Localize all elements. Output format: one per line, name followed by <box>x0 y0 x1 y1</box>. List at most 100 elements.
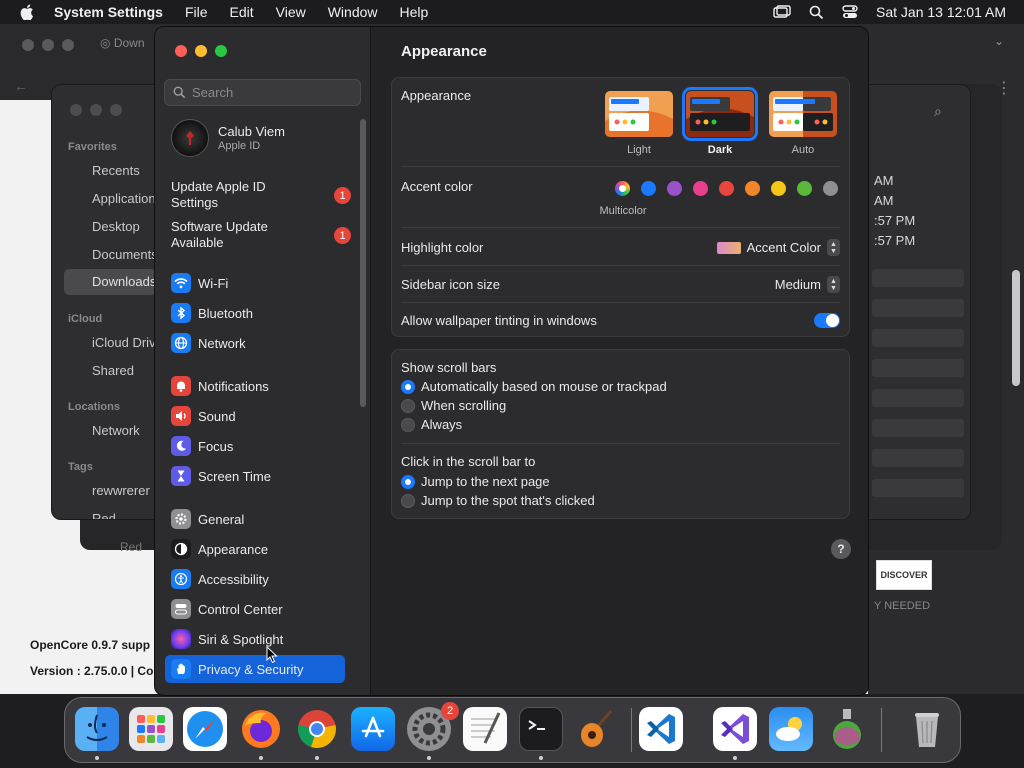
search-input[interactable] <box>192 85 352 100</box>
dock-garageband[interactable] <box>575 707 619 751</box>
sidebar-item-appearance[interactable]: Appearance <box>165 535 345 563</box>
click-option-next-page[interactable]: Jump to the next page <box>401 474 550 489</box>
apple-id-account[interactable]: Calub Viem Apple ID <box>171 119 285 157</box>
screen-mirroring-icon[interactable] <box>773 5 791 19</box>
globe-icon <box>171 333 191 353</box>
accent-green-swatch[interactable] <box>797 181 812 196</box>
wallpaper-tinting-toggle[interactable] <box>814 313 840 328</box>
browser-tab[interactable]: ◎ Down <box>100 36 145 50</box>
browser-scrollbar[interactable] <box>1012 270 1020 386</box>
accent-blue-swatch[interactable] <box>641 181 656 196</box>
scroll-bars-option-when-scrolling[interactable]: When scrolling <box>401 398 506 413</box>
menu-app-name[interactable]: System Settings <box>54 4 163 20</box>
dock-app-store[interactable] <box>351 707 395 751</box>
accent-graphite-swatch[interactable] <box>823 181 838 196</box>
sidebar-item-privacy-security[interactable]: Privacy & Security <box>165 655 345 683</box>
dock-finder[interactable] <box>75 707 119 751</box>
help-button[interactable]: ? <box>831 539 851 559</box>
radio-button[interactable] <box>401 398 415 413</box>
finder-item[interactable]: Network <box>92 423 154 438</box>
zoom-button[interactable] <box>215 45 227 57</box>
dock-textedit[interactable] <box>463 707 507 751</box>
finder-item[interactable]: Red <box>92 511 154 519</box>
finder-item[interactable]: Shared <box>92 363 154 378</box>
sidebar-item-sound[interactable]: Sound <box>165 402 345 430</box>
back-arrow-icon[interactable]: ← <box>14 78 28 94</box>
sidebar-item-screen-time[interactable]: Screen Time <box>165 462 345 490</box>
accent-orange-swatch[interactable] <box>745 181 760 196</box>
accent-multicolor-swatch[interactable] <box>615 181 630 196</box>
finder-item[interactable]: rewwrerer <box>92 483 154 498</box>
minimize-button[interactable] <box>195 45 207 57</box>
finder-item[interactable]: Documents <box>92 247 154 262</box>
menu-help[interactable]: Help <box>400 4 429 20</box>
menu-view[interactable]: View <box>276 4 306 20</box>
sidebar-item-general[interactable]: General <box>165 505 345 533</box>
appearance-option-dark[interactable] <box>682 87 758 141</box>
finder-section-favorites: Favorites <box>68 141 117 153</box>
radio-button[interactable] <box>401 474 415 489</box>
dock-weather[interactable] <box>769 707 813 751</box>
control-center-icon[interactable] <box>842 5 858 19</box>
chevron-down-icon[interactable]: ⌄ <box>994 34 1004 48</box>
speaker-icon <box>171 406 191 426</box>
finder-item[interactable]: Desktop <box>92 219 154 234</box>
sidebar-item-wifi[interactable]: Wi-Fi <box>165 269 345 297</box>
dock-trash[interactable] <box>905 707 949 751</box>
menu-file[interactable]: File <box>185 4 208 20</box>
dock-vscode[interactable] <box>639 707 683 751</box>
close-button[interactable] <box>175 45 187 57</box>
update-apple-id-notice[interactable]: Update Apple ID Settings 1 <box>171 179 351 211</box>
radio-button[interactable] <box>401 379 415 394</box>
menu-clock[interactable]: Sat Jan 13 12:01 AM <box>876 4 1006 20</box>
accent-purple-swatch[interactable] <box>667 181 682 196</box>
accent-pink-swatch[interactable] <box>693 181 708 196</box>
opencore-text: OpenCore 0.9.7 supp Version : 2.75.0.0 |… <box>30 638 154 678</box>
appearance-option-auto[interactable] <box>769 91 837 137</box>
finder-item-selected[interactable]: Downloads <box>64 269 156 295</box>
highlight-color-popup[interactable]: Accent Color ▲ ▼ <box>716 239 840 256</box>
sidebar-item-notifications[interactable]: Notifications <box>165 372 345 400</box>
wifi-icon <box>171 273 191 293</box>
finder-item[interactable]: Recents <box>92 163 154 178</box>
dock-firefox[interactable] <box>239 707 283 751</box>
sidebar-item-siri-spotlight[interactable]: Siri & Spotlight <box>165 625 345 653</box>
sidebar-item-control-center[interactable]: Control Center <box>165 595 345 623</box>
sidebar-search[interactable] <box>164 79 361 106</box>
appearance-option-light[interactable] <box>605 91 673 137</box>
accent-red-swatch[interactable] <box>719 181 734 196</box>
dock-visual-studio[interactable] <box>713 707 757 751</box>
finder-item[interactable]: iCloud Drive <box>92 335 154 350</box>
sidebar-scrollbar[interactable] <box>360 119 366 407</box>
appearance-dark-label: Dark <box>707 144 733 156</box>
finder-item[interactable]: Applications <box>92 191 154 206</box>
scroll-bars-option-always[interactable]: Always <box>401 417 462 432</box>
finder-section-icloud: iCloud <box>68 313 103 325</box>
sidebar-item-accessibility[interactable]: Accessibility <box>165 565 345 593</box>
dock-chrome[interactable] <box>295 707 339 751</box>
menu-edit[interactable]: Edit <box>230 4 254 20</box>
scroll-bars-option-automatic[interactable]: Automatically based on mouse or trackpad <box>401 379 667 394</box>
sidebar-item-focus[interactable]: Focus <box>165 432 345 460</box>
menu-window[interactable]: Window <box>328 4 378 20</box>
click-option-spot-clicked[interactable]: Jump to the spot that's clicked <box>401 493 595 508</box>
apple-icon[interactable] <box>20 4 34 20</box>
sidebar-icon-size-popup[interactable]: Medium ▲ ▼ <box>775 276 840 293</box>
page-title: Appearance <box>401 43 487 60</box>
chrome-icon <box>298 710 336 748</box>
dock-safari[interactable] <box>183 707 227 751</box>
sidebar-item-network[interactable]: Network <box>165 329 345 357</box>
software-update-notice[interactable]: Software Update Available 1 <box>171 219 351 251</box>
accent-yellow-swatch[interactable] <box>771 181 786 196</box>
spotlight-search-icon[interactable] <box>809 5 824 20</box>
accessibility-icon <box>171 569 191 589</box>
search-icon[interactable]: ⌕ <box>934 103 942 120</box>
radio-button[interactable] <box>401 493 415 508</box>
dock-disk-utility[interactable] <box>825 707 869 751</box>
dock-launchpad[interactable] <box>129 707 173 751</box>
finder-time: :57 PM <box>874 233 916 248</box>
card-logo: DISCOVER <box>876 560 932 590</box>
dock-terminal[interactable] <box>519 707 563 751</box>
sidebar-item-bluetooth[interactable]: Bluetooth <box>165 299 345 327</box>
radio-button[interactable] <box>401 417 415 432</box>
